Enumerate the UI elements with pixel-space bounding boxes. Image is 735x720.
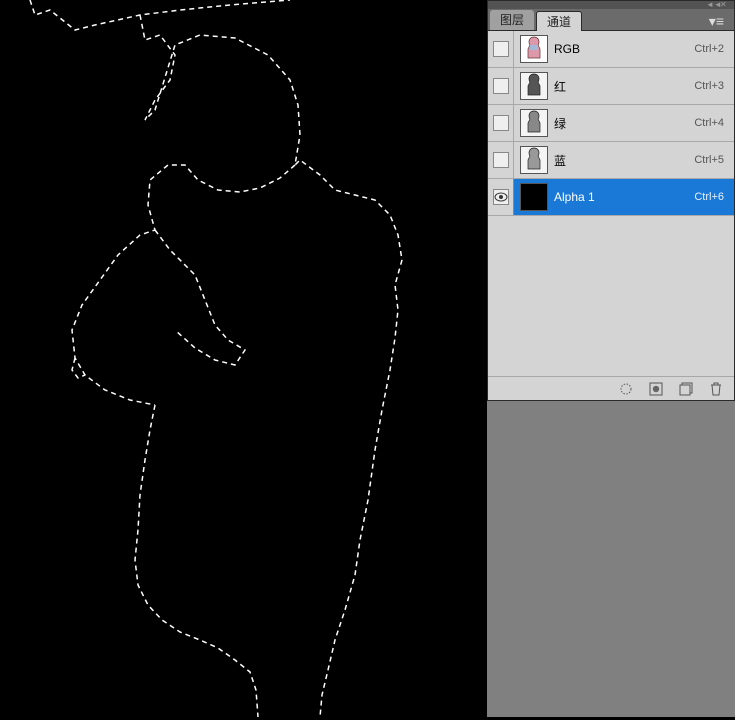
save-selection-as-channel-icon[interactable]: [648, 381, 664, 397]
eye-icon: [494, 192, 508, 202]
load-channel-as-selection-icon[interactable]: [618, 381, 634, 397]
channels-panel: ◄◄ ✕ 图层 通道 ▾≡ RGB Ctrl+2 红: [487, 0, 735, 401]
canvas-area[interactable]: [0, 0, 487, 717]
channel-row-alpha1[interactable]: Alpha 1 Ctrl+6: [488, 179, 734, 216]
channel-shortcut: Ctrl+4: [694, 117, 724, 129]
channel-row-red[interactable]: 红 Ctrl+3: [488, 68, 734, 105]
visibility-toggle[interactable]: [488, 179, 514, 215]
channel-shortcut: Ctrl+2: [694, 43, 724, 55]
channel-thumbnail: [520, 72, 548, 100]
channel-thumbnail: [520, 35, 548, 63]
channel-thumbnail: [520, 183, 548, 211]
tab-layers[interactable]: 图层: [490, 10, 534, 30]
channel-list: RGB Ctrl+2 红 Ctrl+3 绿 Ctrl+4: [488, 31, 734, 376]
channel-shortcut: Ctrl+5: [694, 154, 724, 166]
panel-footer: [488, 376, 734, 400]
channel-shortcut: Ctrl+6: [694, 191, 724, 203]
channel-row-green[interactable]: 绿 Ctrl+4: [488, 105, 734, 142]
channel-shortcut: Ctrl+3: [694, 80, 724, 92]
delete-channel-icon[interactable]: [708, 381, 724, 397]
channel-name: 蓝: [554, 152, 688, 169]
panel-menu-icon[interactable]: ▾≡: [705, 13, 728, 30]
visibility-toggle[interactable]: [488, 31, 514, 67]
new-channel-icon[interactable]: [678, 381, 694, 397]
visibility-toggle[interactable]: [488, 105, 514, 141]
channel-name: 绿: [554, 115, 688, 132]
tab-channels[interactable]: 通道: [536, 11, 582, 31]
visibility-toggle[interactable]: [488, 142, 514, 178]
visibility-toggle[interactable]: [488, 68, 514, 104]
panel-tabs: 图层 通道 ▾≡: [488, 9, 734, 31]
channel-row-blue[interactable]: 蓝 Ctrl+5: [488, 142, 734, 179]
channel-name: 红: [554, 78, 688, 95]
channel-thumbnail: [520, 109, 548, 137]
channel-list-empty-area: [488, 216, 734, 376]
workspace-background: [487, 401, 735, 717]
channel-thumbnail: [520, 146, 548, 174]
channel-name: Alpha 1: [554, 190, 688, 204]
channel-name: RGB: [554, 42, 688, 56]
collapse-icon[interactable]: ◄◄: [706, 2, 716, 8]
channel-row-rgb[interactable]: RGB Ctrl+2: [488, 31, 734, 68]
panel-titlebar: ◄◄ ✕: [488, 1, 734, 9]
canvas-selection-outline: [0, 0, 487, 717]
close-icon[interactable]: ✕: [720, 2, 730, 8]
